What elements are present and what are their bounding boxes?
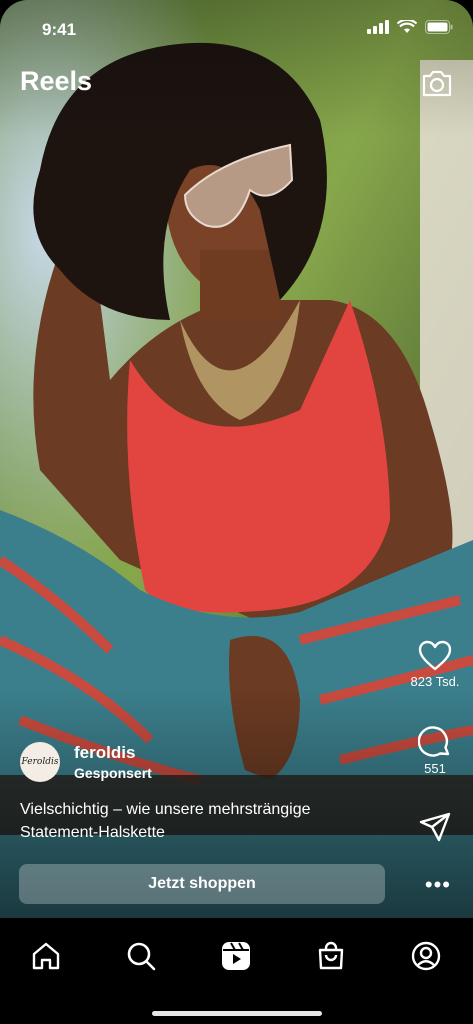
comment-action[interactable]: 551 <box>409 725 461 776</box>
status-time: 9:41 <box>42 20 77 39</box>
more-options-icon[interactable]: ••• <box>425 872 451 898</box>
shop-now-button[interactable]: Jetzt shoppen <box>19 864 385 904</box>
camera-icon[interactable] <box>421 68 453 98</box>
signal-icon <box>367 20 389 34</box>
share-icon[interactable] <box>419 812 451 842</box>
page-title: Reels <box>20 66 93 96</box>
comment-count: 551 <box>424 761 446 776</box>
shop-icon[interactable] <box>316 941 346 971</box>
reels-screen: 9:41 Reels 823 Tsd. 551 Feroldis feroldi… <box>0 0 473 1024</box>
tab-shop[interactable] <box>311 936 351 976</box>
status-icons <box>367 20 453 34</box>
home-indicator <box>152 1011 322 1016</box>
like-count: 823 Tsd. <box>410 674 460 689</box>
profile-icon[interactable] <box>411 941 441 971</box>
heart-icon[interactable] <box>418 640 452 672</box>
username[interactable]: feroldis <box>74 743 152 763</box>
wifi-icon <box>397 20 417 33</box>
tab-profile[interactable] <box>406 936 446 976</box>
share-action[interactable] <box>409 812 461 842</box>
comment-icon[interactable] <box>418 725 452 759</box>
home-icon[interactable] <box>31 941 61 971</box>
sponsored-label: Gesponsert <box>74 765 152 781</box>
search-icon[interactable] <box>126 941 156 971</box>
tab-reels[interactable] <box>216 936 256 976</box>
tab-bar <box>0 918 473 1024</box>
status-bar: 9:41 <box>0 0 473 52</box>
tab-search[interactable] <box>121 936 161 976</box>
like-action[interactable]: 823 Tsd. <box>409 640 461 689</box>
reels-icon[interactable] <box>221 941 251 971</box>
post-author[interactable]: Feroldis feroldis Gesponsert <box>20 742 152 782</box>
battery-icon <box>425 20 453 34</box>
avatar[interactable]: Feroldis <box>20 742 60 782</box>
tab-home[interactable] <box>26 936 66 976</box>
post-caption[interactable]: Vielschichtig – wie unsere mehrsträngige… <box>20 798 390 844</box>
